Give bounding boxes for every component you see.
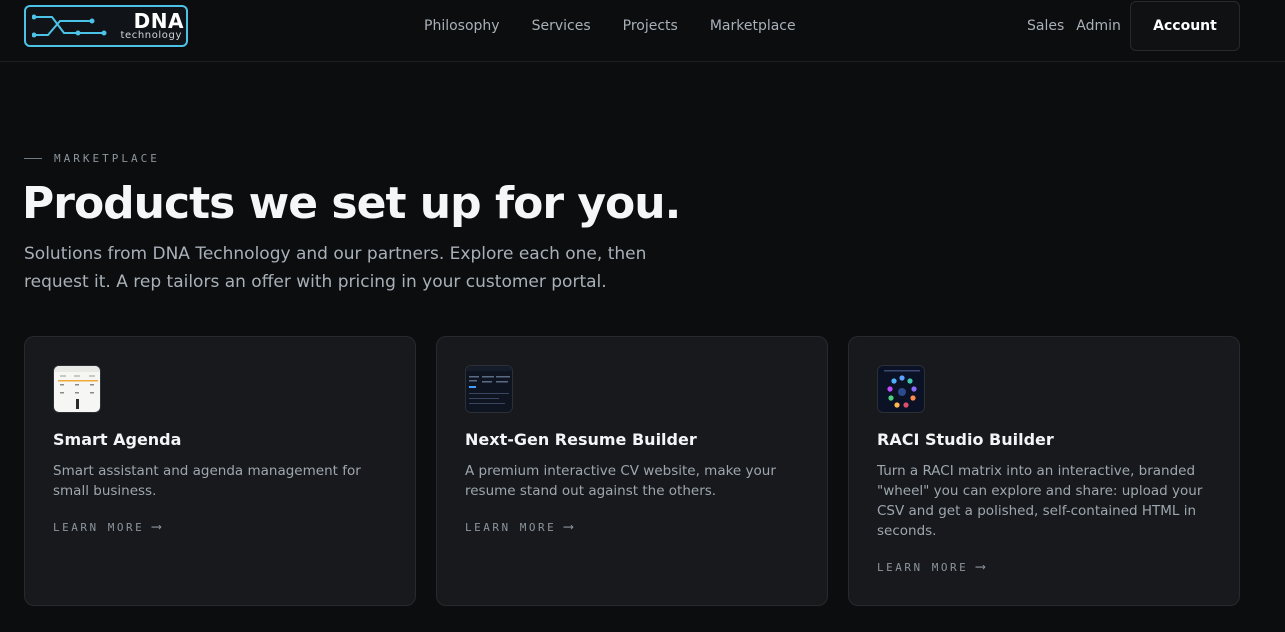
product-card-raci-studio[interactable]: RACI Studio Builder Turn a RACI matrix i… [848, 336, 1240, 606]
eyebrow-label: MARKETPLACE [54, 152, 160, 165]
arrow-right-icon: ⟶ [152, 519, 161, 535]
circuit-logo-icon [32, 14, 107, 38]
raci-wheel-thumbnail-icon [877, 365, 925, 413]
eyebrow-line [24, 158, 42, 159]
nav-marketplace[interactable]: Marketplace [710, 17, 796, 35]
nav-admin[interactable]: Admin [1076, 17, 1121, 35]
nav-sales[interactable]: Sales [1027, 17, 1064, 35]
learn-more-label: LEARN MORE [877, 560, 969, 574]
learn-more-label: LEARN MORE [465, 520, 557, 534]
product-card-smart-agenda[interactable]: Smart Agenda Smart assistant and agenda … [24, 336, 416, 606]
right-nav: Sales Admin [1027, 17, 1133, 35]
nav-services[interactable]: Services [532, 17, 591, 35]
card-title: Smart Agenda [53, 430, 182, 449]
account-button[interactable]: Account [1130, 1, 1240, 51]
nav-projects[interactable]: Projects [623, 17, 678, 35]
product-card-resume-builder[interactable]: Next-Gen Resume Builder A premium intera… [436, 336, 828, 606]
card-title: RACI Studio Builder [877, 430, 1054, 449]
card-description: Turn a RACI matrix into an interactive, … [877, 463, 1203, 539]
brand-logo[interactable]: DNA technology [24, 5, 188, 47]
learn-more-link[interactable]: LEARN MORE ⟶ [877, 559, 985, 575]
section-eyebrow: MARKETPLACE [24, 152, 160, 165]
learn-more-link[interactable]: LEARN MORE ⟶ [465, 519, 573, 535]
card-description: Smart assistant and agenda management fo… [53, 463, 361, 499]
learn-more-label: LEARN MORE [53, 520, 145, 534]
site-header: DNA technology Philosophy Services Proje… [0, 0, 1285, 62]
card-description: A premium interactive CV website, make y… [465, 463, 776, 499]
arrow-right-icon: ⟶ [564, 519, 573, 535]
learn-more-link[interactable]: LEARN MORE ⟶ [53, 519, 161, 535]
smart-agenda-thumbnail-icon [53, 365, 101, 413]
arrow-right-icon: ⟶ [976, 559, 985, 575]
brand-subtitle: technology [120, 30, 182, 41]
page-title: Products we set up for you. [22, 178, 681, 229]
page-subtitle: Solutions from DNA Technology and our pa… [24, 244, 647, 292]
nav-philosophy[interactable]: Philosophy [424, 17, 500, 35]
card-title: Next-Gen Resume Builder [465, 430, 697, 449]
main-nav: Philosophy Services Projects Marketplace [424, 17, 828, 35]
resume-builder-thumbnail-icon [465, 365, 513, 413]
